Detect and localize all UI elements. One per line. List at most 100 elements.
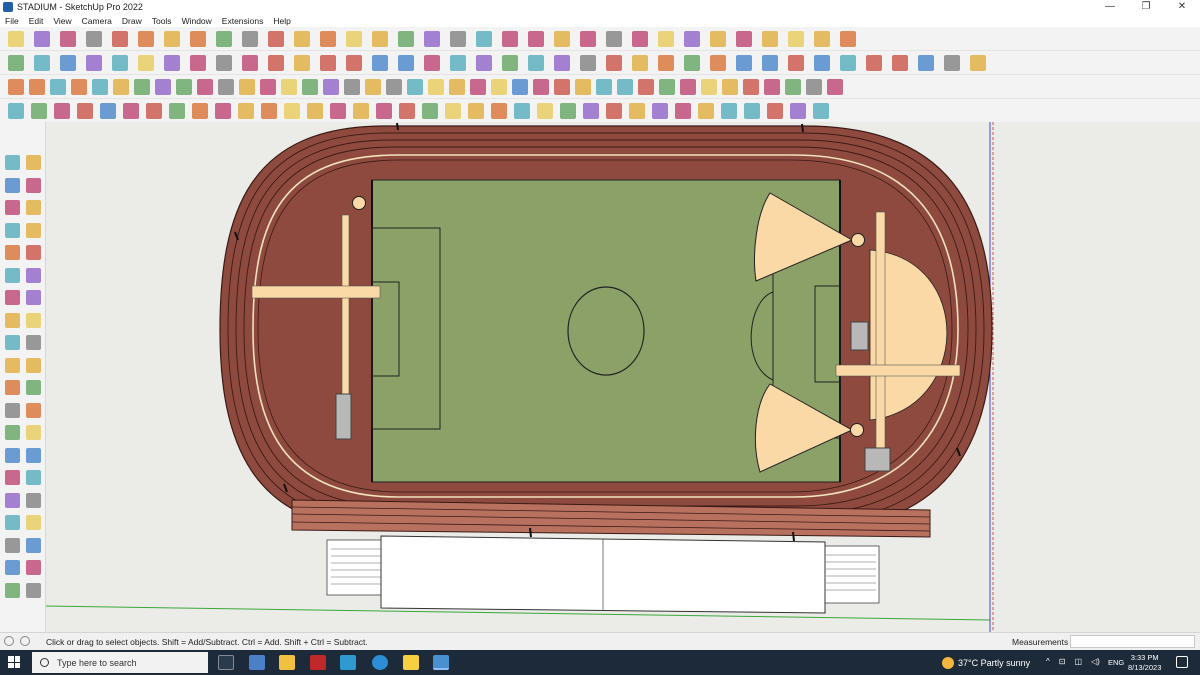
sticky-notes-icon[interactable] xyxy=(403,655,419,670)
wireframe-icon[interactable] xyxy=(658,31,674,47)
spiral-icon[interactable] xyxy=(192,103,208,119)
roof-icon[interactable] xyxy=(376,103,392,119)
outer-shell-icon[interactable] xyxy=(528,55,544,71)
shaded-icon[interactable] xyxy=(710,31,726,47)
start-button[interactable] xyxy=(8,656,20,668)
orbit-tool-icon[interactable] xyxy=(26,155,41,170)
extrude2-icon[interactable] xyxy=(307,103,323,119)
line-icon[interactable] xyxy=(86,31,102,47)
move-icon[interactable] xyxy=(216,31,232,47)
floor-icon[interactable] xyxy=(281,79,297,95)
iso-view-icon[interactable] xyxy=(8,55,24,71)
column2-icon[interactable] xyxy=(491,103,507,119)
smoove-icon[interactable] xyxy=(606,55,622,71)
zoom-extents-tool-icon[interactable] xyxy=(5,515,20,530)
grid-icon[interactable] xyxy=(239,79,255,95)
file-explorer-icon[interactable] xyxy=(279,655,295,670)
text-tool-icon[interactable] xyxy=(26,402,41,418)
railing-icon[interactable] xyxy=(468,103,484,119)
back-view-icon[interactable] xyxy=(112,55,128,71)
position-camera-icon[interactable] xyxy=(5,537,20,553)
task-view-icon[interactable] xyxy=(218,655,234,670)
weather-widget[interactable]: 37°C Partly sunny xyxy=(942,657,1030,669)
tray-app-icon[interactable]: ⊡ xyxy=(1059,657,1066,666)
pencil-icon[interactable] xyxy=(554,55,570,71)
clock[interactable]: 3:33 PM 8/13/2023 xyxy=(1128,653,1161,673)
rotate-icon[interactable] xyxy=(242,31,258,47)
rectangle-tool-icon[interactable] xyxy=(5,245,20,260)
pan-icon[interactable] xyxy=(398,31,414,47)
taskbar-search[interactable]: Type here to search xyxy=(32,652,208,673)
volume-icon[interactable]: ◁) xyxy=(1091,657,1100,666)
component-icon[interactable] xyxy=(216,55,232,71)
look-around-icon[interactable] xyxy=(26,537,41,553)
bezier-icon[interactable] xyxy=(54,103,70,119)
section-plane-icon[interactable] xyxy=(26,560,41,575)
match-photo-icon[interactable] xyxy=(918,55,934,71)
snap-icon[interactable] xyxy=(764,79,780,95)
pie-tool-icon[interactable] xyxy=(26,290,41,305)
group-red-icon[interactable] xyxy=(386,79,402,95)
render-icon[interactable] xyxy=(767,103,783,119)
paint-icon[interactable] xyxy=(346,31,362,47)
textures-icon[interactable] xyxy=(736,31,752,47)
menu-camera[interactable]: Camera xyxy=(77,16,117,26)
photo-icon[interactable] xyxy=(944,55,960,71)
doc-icon[interactable] xyxy=(218,79,234,95)
push-pull-icon[interactable] xyxy=(164,31,180,47)
protractor-icon[interactable] xyxy=(5,425,20,440)
language-indicator[interactable]: ENG xyxy=(1108,658,1124,667)
section-fill-icon[interactable] xyxy=(528,31,544,47)
flip-icon[interactable] xyxy=(840,31,856,47)
camera2-icon[interactable] xyxy=(790,103,806,119)
align-icon[interactable] xyxy=(722,79,738,95)
round-corner-icon[interactable] xyxy=(353,103,369,119)
menu-draw[interactable]: Draw xyxy=(117,16,147,26)
prism-red-icon[interactable] xyxy=(92,79,108,95)
menu-view[interactable]: View xyxy=(48,16,76,26)
curve-icon[interactable] xyxy=(31,103,47,119)
drape-icon[interactable] xyxy=(658,55,674,71)
sandbox-icon[interactable] xyxy=(580,55,596,71)
rotated-rect-icon[interactable] xyxy=(26,245,41,260)
grid2-icon[interactable] xyxy=(652,103,668,119)
home-icon[interactable] xyxy=(294,55,310,71)
menu-help[interactable]: Help xyxy=(268,16,295,26)
group-icon[interactable] xyxy=(242,55,258,71)
window-icon[interactable] xyxy=(346,55,362,71)
beam2-icon[interactable] xyxy=(514,103,530,119)
cube-outline-icon[interactable] xyxy=(113,79,129,95)
geo-location-icon[interactable] xyxy=(4,636,14,646)
arc-icon[interactable] xyxy=(112,31,128,47)
dimension-tool-icon[interactable] xyxy=(5,447,20,463)
zoom-extents-icon[interactable] xyxy=(450,31,466,47)
loft-icon[interactable] xyxy=(512,79,528,95)
distribute-icon[interactable] xyxy=(743,79,759,95)
shell-icon[interactable] xyxy=(659,79,675,95)
helix-icon[interactable] xyxy=(215,103,231,119)
menu-file[interactable]: File xyxy=(0,16,24,26)
text-icon[interactable] xyxy=(320,31,336,47)
bottom-view-icon[interactable] xyxy=(164,55,180,71)
ellipse-icon[interactable] xyxy=(169,103,185,119)
cursor-icon[interactable] xyxy=(365,79,381,95)
tray-overflow-icon[interactable]: ^ xyxy=(1046,657,1050,666)
prism-icon[interactable] xyxy=(50,79,66,95)
extension-icon[interactable] xyxy=(762,55,778,71)
sandbox-tool-icon[interactable] xyxy=(5,582,20,598)
floor2-icon[interactable] xyxy=(629,103,645,119)
prism-green-icon[interactable] xyxy=(71,79,87,95)
offset-icon[interactable] xyxy=(470,79,486,95)
fog-icon[interactable] xyxy=(892,55,908,71)
solid-split-icon[interactable] xyxy=(502,55,518,71)
twist-icon[interactable] xyxy=(638,79,654,95)
measure-icon[interactable] xyxy=(785,79,801,95)
warehouse-3d-icon[interactable] xyxy=(736,55,752,71)
select-tool-icon[interactable] xyxy=(5,155,20,170)
top-view-icon[interactable] xyxy=(34,55,50,71)
rotate-tool-icon[interactable] xyxy=(5,357,20,373)
rail-icon[interactable] xyxy=(323,79,339,95)
label-icon[interactable] xyxy=(827,79,843,95)
extrude-icon[interactable] xyxy=(533,79,549,95)
left-view-icon[interactable] xyxy=(138,55,154,71)
